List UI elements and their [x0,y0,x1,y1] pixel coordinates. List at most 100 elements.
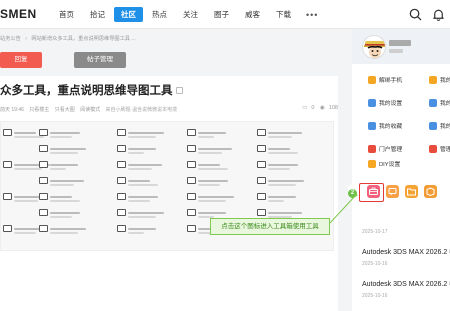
tool-thumbnail [39,128,80,138]
nav-download[interactable]: 下载 [269,7,298,22]
tool-thumbnail [117,192,158,202]
copy-icon[interactable] [175,87,183,95]
breadcrumb-forum[interactable]: 站务公告 [0,36,21,42]
menu-item-icon [429,75,437,84]
tool-thumbnail-icon [257,193,266,200]
reply-button[interactable]: 回复 [0,52,42,68]
tool-thumbnail [39,160,78,170]
nav-circles[interactable]: 圈子 [207,7,236,22]
menu-item-label: 管理 [440,147,450,153]
sidebar-menu-item[interactable]: 我的 [425,118,450,133]
nav-follow[interactable]: 关注 [176,7,205,22]
nav-notes[interactable]: 拾记 [83,7,112,22]
sidebar-menu-item[interactable]: 我的设置 [364,95,416,110]
sidebar-menu-item[interactable]: 我的 [425,72,450,87]
menu-item-label: 解绑手机 [379,78,403,84]
site-logo[interactable]: SMEN [0,7,37,21]
sidebar-menu-item[interactable]: 我的 [425,95,450,110]
download-date: 2025-10-16 [362,261,388,267]
download-title[interactable]: Autodesk 3DS MAX 2026.2 中文 [362,247,450,257]
sidebar-menu-item[interactable]: 解绑手机 [364,72,416,87]
tool-thumbnail [187,208,226,218]
tool-thumbnail [117,176,158,186]
tool-thumbnail [117,128,164,138]
tool-thumbnail [257,208,302,218]
tool-thumbnail [257,160,298,170]
post-source: 来自小刷题·温含说微微说本电境 [105,107,178,113]
more-menu-icon[interactable]: ••• [300,10,324,20]
tool-thumbnail-icon [187,129,196,136]
tool-thumbnail [187,128,226,138]
tool-thumbnail-icon [117,129,126,136]
tool-thumbnail-icon [117,145,126,152]
tool-thumbnail-icon [39,225,48,232]
menu-item-label: 我的 [440,101,450,107]
bell-icon[interactable] [431,7,446,22]
only-author-link[interactable]: 只看楼主 [29,107,49,113]
menu-item-icon [368,98,376,107]
main-nav: 首页 拾记 社区 热点 关注 圈子 威客 下载 ••• [52,0,324,29]
menu-item-icon [429,121,437,130]
tool-thumbnail [257,192,296,202]
tool-thumbnail [187,176,228,186]
tool-thumbnail-icon [3,225,12,232]
post-card: 众多工具，重点说明思维导图工具 前天 19:46 只看楼主 只看大图 阅读模式 … [0,76,338,311]
tool-thumbnail-icon [187,225,196,232]
tool-thumbnail-icon [39,193,48,200]
post-title: 众多工具，重点说明思维导图工具 [0,82,183,98]
sidebar-menu-item[interactable]: 门户管理 [364,141,416,156]
only-images-link[interactable]: 只看大图 [55,107,75,113]
view-count: 108 [328,105,338,111]
menu-item-icon [368,121,376,130]
tool-thumbnail [117,224,156,234]
nav-home[interactable]: 首页 [52,7,81,22]
callout-arrow [329,193,358,224]
tool-thumbnail-icon [187,177,196,184]
breadcrumb: 站务公告 › 网站新增众多工具，重点说明思维导图工具 ... [0,36,136,42]
sidebar-menu-item[interactable]: 我的收藏 [364,118,416,133]
menu-item-icon [368,159,376,168]
tool-thumbnail [39,144,86,154]
tool-thumbnail [187,192,234,202]
tool-thumbnail-icon [117,177,126,184]
nav-community[interactable]: 社区 [114,7,143,22]
tool-thumbnail [3,128,44,138]
menu-item-label: 我的收藏 [379,124,403,130]
tool-thumbnail-icon [3,129,12,136]
post-manage-button[interactable]: 帖子管理 [74,52,126,68]
message-tool-icon[interactable] [386,184,399,198]
tool-thumbnail [257,144,298,154]
tool-thumbnail [117,144,156,154]
download-title[interactable]: Autodesk 3DS MAX 2026.2 中文 [362,279,450,289]
sidebar-menu-item[interactable]: 管理 [425,141,450,156]
tool-thumbnail [39,192,80,202]
breadcrumb-current[interactable]: 网站新增众多工具，重点说明思维导图工具 ... [31,36,135,42]
folder-tool-icon[interactable] [405,184,418,198]
post-meta: 前天 19:46 只看楼主 只看大图 阅读模式 来自小刷题·温含说微微说本电境 [0,106,181,113]
nav-hot[interactable]: 热点 [145,7,174,22]
menu-item-icon [429,144,437,153]
tool-thumbnail-icon [117,209,126,216]
username-redacted [389,40,411,46]
tool-thumbnail [39,208,80,218]
tool-thumbnail-icon [117,161,126,168]
menu-item-icon [368,144,376,153]
tool-thumbnail-icon [117,193,126,200]
download-date: 2025-10-17 [362,229,388,235]
tool-thumbnail [187,160,228,170]
nav-freelance[interactable]: 威客 [238,7,267,22]
tool-thumbnail [117,160,162,170]
post-stats: ▭ 0 ◉ 108 [298,105,338,111]
sidebar-menu-item[interactable]: DIY设置 [364,156,416,171]
callout-tooltip: 点击这个图标进入工具箱使用工具 [210,218,330,235]
tool-thumbnail-icon [187,193,196,200]
tool-thumbnail-icon [257,129,266,136]
tool-thumbnail-icon [257,145,266,152]
tool-thumbnail [117,208,164,218]
avatar[interactable] [362,35,386,59]
box-tool-icon[interactable] [424,184,437,198]
tool-thumbnail-icon [117,225,126,232]
reading-mode-link[interactable]: 阅读模式 [80,107,100,113]
search-icon[interactable] [408,7,423,22]
menu-item-label: DIY设置 [379,162,401,168]
